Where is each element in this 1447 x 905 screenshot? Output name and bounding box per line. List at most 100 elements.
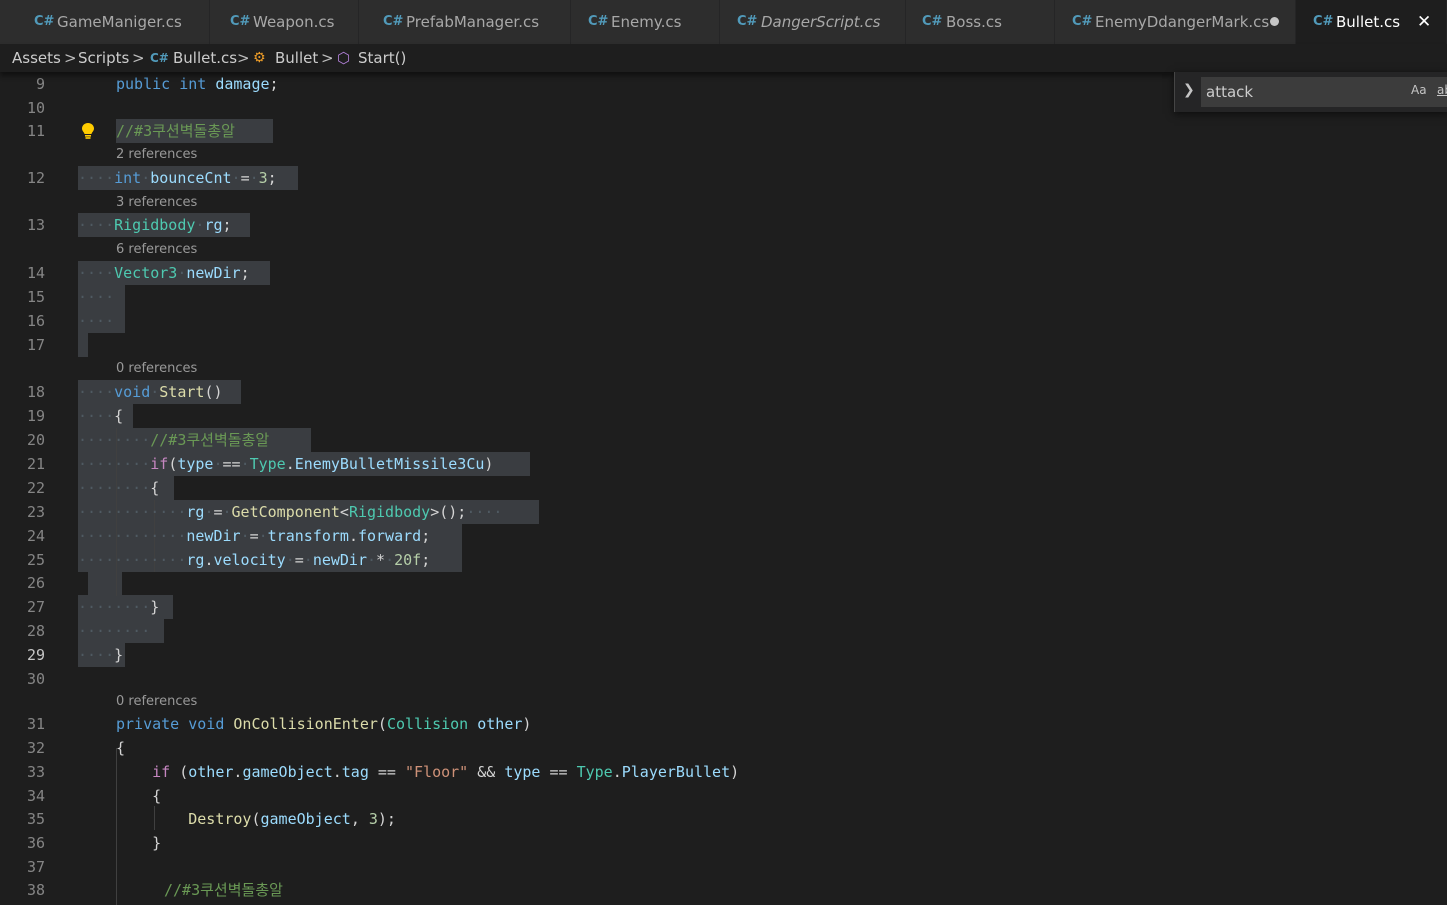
chevron-right-icon: > — [321, 49, 334, 67]
code-line[interactable]: 33 if (other.gameObject.tag == "Floor" &… — [0, 760, 1447, 784]
code-line[interactable]: 27 ········} — [0, 595, 1447, 619]
chevron-right-icon: > — [237, 49, 250, 67]
line-number: 15 — [26, 288, 45, 306]
find-input[interactable] — [1206, 80, 1396, 104]
code-line[interactable]: 34 { — [0, 784, 1447, 808]
code-line[interactable]: 21 ········if(type·==·Type.EnemyBulletMi… — [0, 452, 1447, 476]
code-line[interactable]: 15 ···· — [0, 285, 1447, 309]
breadcrumb-method[interactable]: Start() — [358, 44, 406, 72]
lightbulb-icon[interactable] — [80, 122, 96, 140]
line-number: 26 — [26, 574, 45, 592]
code-line[interactable]: 25 ············rg.velocity·=·newDir·*·20… — [0, 548, 1447, 572]
breadcrumb-assets[interactable]: Assets — [12, 44, 61, 72]
line-number: 24 — [26, 527, 45, 545]
tab-gamemaniger[interactable]: C# GameManiger.cs — [0, 0, 210, 44]
code-line[interactable]: 17 — [0, 333, 1447, 357]
code-text: ····Rigidbody·rg; — [78, 216, 232, 234]
line-number: 38 — [26, 881, 45, 899]
code-line[interactable]: 32 { — [0, 736, 1447, 760]
tab-prefabmanager[interactable]: C# PrefabManager.cs — [359, 0, 571, 44]
line-number: 31 — [26, 715, 45, 733]
unsaved-changes-icon[interactable] — [1270, 17, 1279, 26]
close-icon[interactable]: ✕ — [1417, 0, 1431, 44]
tab-label: GameManiger.cs — [57, 13, 182, 31]
tab-dangerscript[interactable]: C# DangerScript.cs — [720, 0, 906, 44]
code-line[interactable]: 14 ····Vector3·newDir; — [0, 261, 1447, 285]
code-text: ········{ — [78, 479, 160, 497]
code-text: public int damage; — [116, 75, 279, 93]
line-number: 37 — [26, 858, 45, 876]
tab-bullet[interactable]: C# Bullet.cs ✕ — [1296, 0, 1447, 44]
tab-boss[interactable]: C# Boss.cs — [906, 0, 1055, 44]
breadcrumb-scripts[interactable]: Scripts — [78, 44, 129, 72]
code-line[interactable]: 16 ···· — [0, 309, 1447, 333]
code-text: ············rg.velocity·=·newDir·*·20f; — [78, 551, 431, 569]
code-line[interactable]: 30 — [0, 667, 1447, 691]
tab-label: DangerScript.cs — [761, 13, 881, 31]
line-number: 33 — [26, 763, 45, 781]
line-number: 13 — [26, 216, 45, 234]
code-editor[interactable]: 9 public int damage; 10 11 //#3쿠션벽돌총알 2 … — [0, 72, 1447, 905]
line-number: 11 — [26, 122, 45, 140]
code-text: { — [116, 739, 126, 757]
tab-weapon[interactable]: C# Weapon.cs — [210, 0, 359, 44]
tab-label: Bullet.cs — [1336, 13, 1401, 31]
code-line[interactable]: 23 ············rg·=·GetComponent<Rigidbo… — [0, 500, 1447, 524]
tab-label: EnemyDdangerMark.cs — [1095, 13, 1270, 31]
code-line[interactable]: 31 private void OnCollisionEnter(Collisi… — [0, 712, 1447, 736]
line-number: 10 — [26, 99, 45, 117]
code-line[interactable]: 11 //#3쿠션벽돌총알 — [0, 119, 1447, 143]
code-line[interactable]: 13 ····Rigidbody·rg; — [0, 213, 1447, 237]
tab-enemy[interactable]: C# Enemy.cs — [571, 0, 720, 44]
code-lens-references[interactable]: 6 references — [116, 242, 197, 258]
code-line[interactable]: 35 Destroy(gameObject, 3); — [0, 807, 1447, 831]
code-lens-references[interactable]: 3 references — [116, 195, 197, 211]
whole-word-button[interactable]: ab — [1437, 83, 1447, 97]
code-text: private void OnCollisionEnter(Collision … — [116, 715, 532, 733]
line-number: 30 — [26, 670, 45, 688]
code-line[interactable]: 26 — [0, 571, 1447, 595]
line-number: 12 — [26, 169, 45, 187]
code-line[interactable]: 19 ····{ — [0, 404, 1447, 428]
breadcrumb: Assets > Scripts > C# Bullet.cs > ⚙ Bull… — [0, 44, 1447, 72]
code-line[interactable]: 24 ············newDir·=·transform.forwar… — [0, 524, 1447, 548]
code-line[interactable]: 20 ········//#3쿠션벽돌총알 — [0, 428, 1447, 452]
code-text: ····void·Start() — [78, 383, 223, 401]
code-text: ········//#3쿠션벽돌총알 — [78, 431, 270, 449]
code-line[interactable]: 38 //#3쿠션벽돌총알 — [0, 878, 1447, 902]
breadcrumb-class[interactable]: Bullet — [275, 44, 318, 72]
csharp-file-icon: C# — [1313, 14, 1334, 29]
line-number: 25 — [26, 551, 45, 569]
code-text: Destroy(gameObject, 3); — [188, 810, 396, 828]
code-text: ········if(type·==·Type.EnemyBulletMissi… — [78, 455, 494, 473]
tab-enemyddangermark[interactable]: C# EnemyDdangerMark.cs — [1055, 0, 1296, 44]
line-number: 32 — [26, 739, 45, 757]
chevron-right-icon[interactable]: ❯ — [1183, 82, 1195, 98]
code-text: } — [116, 834, 162, 852]
code-line[interactable]: 12 ····int·bounceCnt·=·3; — [0, 166, 1447, 190]
line-number: 20 — [26, 431, 45, 449]
find-widget: ❯ Aa ab — [1174, 72, 1447, 112]
code-lens-references[interactable]: 2 references — [116, 147, 197, 163]
csharp-file-icon: C# — [588, 14, 609, 29]
code-text: ············newDir·=·transform.forward; — [78, 527, 431, 545]
line-number: 16 — [26, 312, 45, 330]
method-cube-icon: ⬡ — [337, 49, 351, 67]
line-number: 28 — [26, 622, 45, 640]
code-lens-references[interactable]: 0 references — [116, 361, 197, 377]
code-text: ····int·bounceCnt·=·3; — [78, 169, 277, 187]
code-text: ····Vector3·newDir; — [78, 264, 250, 282]
code-line[interactable]: 22 ········{ — [0, 476, 1447, 500]
code-lens-references[interactable]: 0 references — [116, 694, 197, 710]
code-line[interactable]: 37 — [0, 855, 1447, 879]
breadcrumb-file[interactable]: Bullet.cs — [173, 44, 237, 72]
code-text: ···· — [78, 288, 115, 306]
match-case-button[interactable]: Aa — [1411, 83, 1427, 97]
line-number: 34 — [26, 787, 45, 805]
code-line[interactable]: 18 ····void·Start() — [0, 380, 1447, 404]
tab-label: Weapon.cs — [253, 13, 335, 31]
code-line[interactable]: 28 ········ — [0, 619, 1447, 643]
code-line[interactable]: 36 } — [0, 831, 1447, 855]
code-line[interactable]: 29 ····} — [0, 643, 1447, 667]
class-icon: ⚙ — [253, 50, 266, 66]
